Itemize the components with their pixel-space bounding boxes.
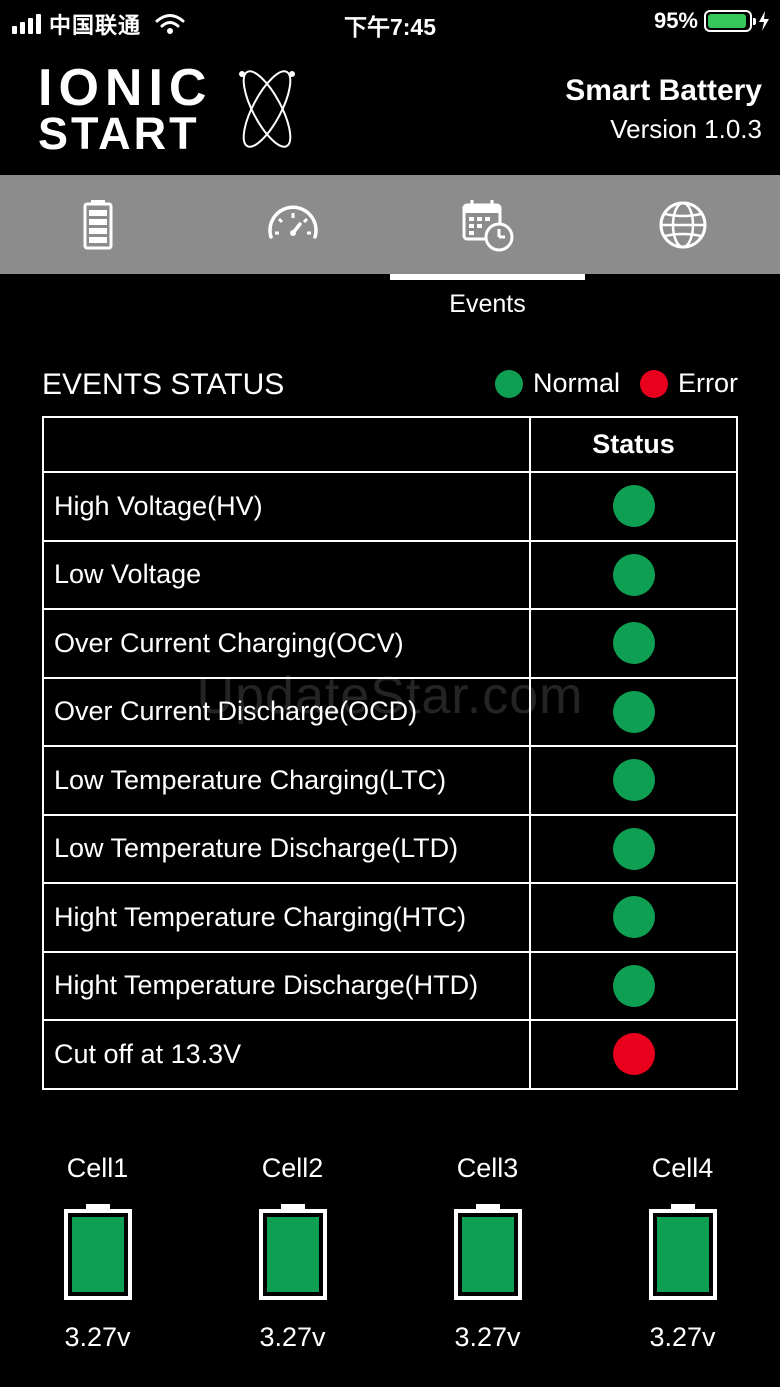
ionic-start-logo: IONIC START [38, 59, 300, 159]
app-title: Smart Battery [565, 74, 762, 107]
tab-battery[interactable] [0, 175, 195, 274]
battery-percent: 95% [653, 8, 698, 33]
table-row: High Voltage(HV) [42, 471, 738, 542]
tab-bar [0, 175, 780, 274]
tab-events[interactable] [390, 175, 585, 274]
active-tab-indicator [390, 274, 585, 280]
event-name: Low Temperature Discharge(LTD) [42, 813, 531, 884]
table-header-row: Status [42, 416, 738, 473]
cell-label: Cell4 [651, 1153, 714, 1183]
cell-3: Cell3 3.27v [390, 1150, 585, 1353]
events-table: Status High Voltage(HV) Low Voltage Over C… [42, 416, 738, 1090]
legend-error-dot [640, 369, 668, 398]
event-name: Low Voltage [42, 539, 531, 610]
status-normal-indicator [612, 759, 655, 802]
legend-normal-label: Normal [532, 368, 620, 398]
status-normal-indicator [612, 622, 655, 665]
status-normal-indicator [612, 485, 655, 528]
cell-1: Cell1 3.27v [0, 1150, 195, 1353]
calendar-clock-icon [462, 199, 513, 251]
event-name: High Voltage(HV) [42, 471, 531, 542]
cell-label: Cell2 [261, 1153, 324, 1183]
event-status-cell [529, 471, 738, 542]
status-column-header: Status [529, 416, 738, 473]
cell-battery-icon [258, 1204, 327, 1300]
event-name: Hight Temperature Discharge(HTD) [42, 950, 531, 1021]
status-normal-indicator [612, 553, 655, 596]
cell-battery-icon [453, 1204, 522, 1300]
event-name: Over Current Charging(OCV) [42, 608, 531, 679]
legend-normal-dot [494, 369, 523, 398]
charging-bolt-icon [759, 11, 769, 31]
logo-orbit-icon [239, 70, 295, 148]
table-row: Low Temperature Discharge(LTD) [42, 813, 738, 884]
cell-2: Cell2 3.27v [195, 1150, 390, 1353]
event-name-header [42, 416, 531, 473]
status-normal-indicator [612, 964, 655, 1007]
event-status-cell [529, 539, 738, 610]
cell-battery-icon [63, 1204, 132, 1300]
cell-label: Cell3 [456, 1153, 519, 1183]
battery-status-icon [704, 10, 756, 32]
status-normal-indicator [612, 827, 655, 870]
cell-voltages: Cell1 3.27v Cell2 3.27v Cell3 3.27v Cell… [0, 1150, 780, 1370]
cell-voltage: 3.27v [649, 1322, 716, 1352]
speedometer-icon [267, 205, 318, 239]
event-name: Low Temperature Charging(LTC) [42, 745, 531, 816]
active-tab-caption: Events [449, 290, 526, 318]
event-status-cell [529, 1019, 738, 1090]
table-row: Over Current Discharge(OCD) [42, 676, 738, 747]
event-status-cell [529, 608, 738, 679]
cell-battery-icon [648, 1204, 717, 1300]
tab-speedometer[interactable] [195, 175, 390, 274]
globe-icon [659, 201, 706, 248]
event-status-cell [529, 745, 738, 816]
tab-globe[interactable] [585, 175, 780, 274]
status-bar: 中国联通 下午7:45 95% [0, 0, 780, 44]
logo-text-line1: IONIC [38, 59, 213, 117]
event-name: Hight Temperature Charging(HTC) [42, 882, 531, 953]
legend-error-label: Error [678, 368, 738, 398]
status-legend: Normal Error [475, 368, 738, 399]
app-header: IONIC START Smart Battery Version 1.0.3 [0, 44, 780, 175]
table-row: Cut off at 13.3V [42, 1019, 738, 1090]
cell-voltage: 3.27v [259, 1322, 326, 1352]
table-row: Hight Temperature Charging(HTC) [42, 882, 738, 953]
table-row: Over Current Charging(OCV) [42, 608, 738, 679]
event-status-cell [529, 813, 738, 884]
cell-4: Cell4 3.27v [585, 1150, 780, 1353]
legend-normal: Normal [494, 368, 620, 399]
battery-status-fill [708, 14, 746, 28]
cell-voltage: 3.27v [454, 1322, 521, 1352]
logo-text-line2: START [38, 108, 200, 159]
status-normal-indicator [612, 896, 655, 939]
event-status-cell [529, 882, 738, 953]
app-version: Version 1.0.3 [610, 114, 762, 144]
event-name: Cut off at 13.3V [42, 1019, 531, 1090]
status-bar-right: 95% [654, 8, 770, 34]
cell-voltage: 3.27v [64, 1322, 131, 1352]
table-row: Hight Temperature Discharge(HTD) [42, 950, 738, 1021]
status-normal-indicator [612, 690, 655, 733]
legend-error: Error [640, 368, 738, 399]
event-name: Over Current Discharge(OCD) [42, 676, 531, 747]
event-status-cell [529, 950, 738, 1021]
status-error-indicator [612, 1033, 655, 1076]
battery-icon [83, 199, 112, 249]
cell-label: Cell1 [66, 1153, 129, 1183]
event-status-cell [529, 676, 738, 747]
table-row: Low Temperature Charging(LTC) [42, 745, 738, 816]
table-row: Low Voltage [42, 539, 738, 610]
events-status-title: EVENTS STATUS [42, 368, 285, 401]
